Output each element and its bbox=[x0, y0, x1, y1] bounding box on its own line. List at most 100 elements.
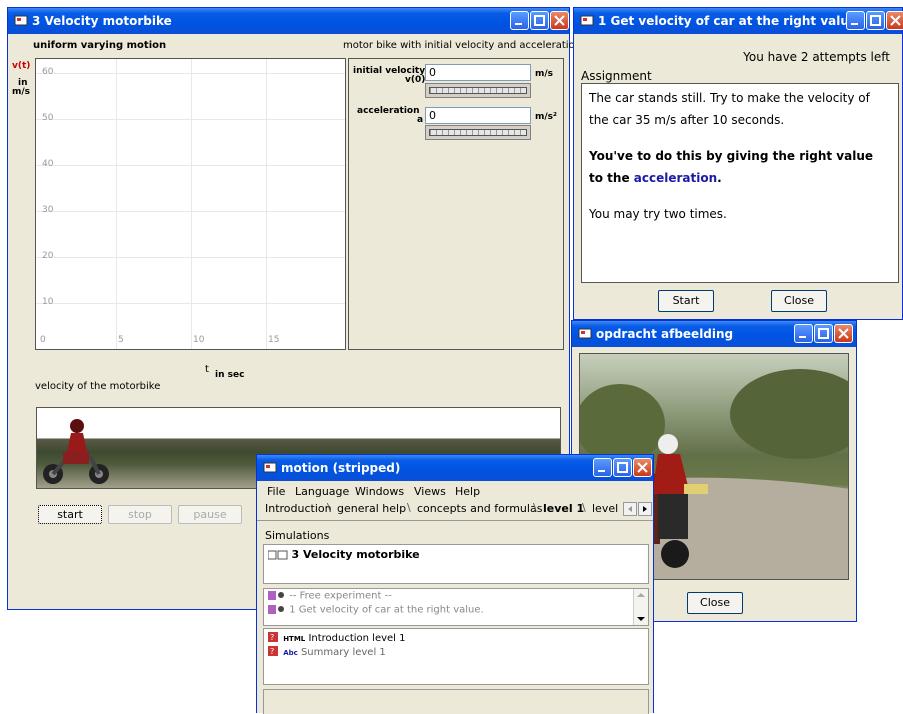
tab-scroll-right[interactable] bbox=[638, 502, 652, 516]
menu-windows[interactable]: Windows bbox=[355, 485, 404, 498]
stop-button[interactable]: stop bbox=[108, 505, 172, 524]
minimize-button[interactable] bbox=[794, 324, 813, 343]
maximize-icon bbox=[870, 15, 881, 26]
grid-line bbox=[266, 59, 267, 349]
tab-level-2[interactable]: level bbox=[592, 500, 622, 518]
title-bar[interactable]: opdracht afbeelding bbox=[572, 321, 856, 347]
pause-button[interactable]: pause bbox=[178, 505, 242, 524]
maximize-button[interactable] bbox=[866, 11, 885, 30]
assignment-start-button[interactable]: Start bbox=[658, 290, 714, 312]
chevron-right-icon bbox=[643, 506, 647, 512]
maximize-button[interactable] bbox=[814, 324, 833, 343]
close-button[interactable] bbox=[633, 458, 652, 477]
experiment-item[interactable]: -- Free experiment -- bbox=[268, 590, 392, 602]
experiment-icon bbox=[268, 605, 284, 614]
doc-introduction-label: Introduction level 1 bbox=[308, 633, 406, 644]
app-icon bbox=[578, 328, 592, 339]
x-axis-label-t: t bbox=[205, 364, 209, 375]
document-item[interactable]: ? HTML Introduction level 1 bbox=[268, 632, 406, 644]
maximize-icon bbox=[617, 462, 628, 473]
title-bar[interactable]: 1 Get velocity of car at the right value… bbox=[574, 8, 903, 34]
tab-separator: \ bbox=[533, 501, 537, 514]
subtitle-left: uniform varying motion bbox=[33, 40, 167, 51]
subtitle-right: motor bike with initial velocity and acc… bbox=[343, 40, 582, 51]
controls-panel: initial velocity v(0) 0 m/s acceleration… bbox=[348, 58, 564, 350]
tab-general-help[interactable]: general help bbox=[337, 500, 406, 518]
initial-velocity-sub: v(0) bbox=[405, 75, 426, 85]
maximize-button[interactable] bbox=[530, 11, 549, 30]
simulations-label: Simulations bbox=[265, 529, 330, 542]
close-button[interactable] bbox=[550, 11, 569, 30]
slider-track bbox=[429, 87, 527, 94]
svg-text:?: ? bbox=[270, 647, 274, 656]
minimize-icon bbox=[851, 23, 858, 25]
assignment-close-button[interactable]: Close bbox=[771, 290, 827, 312]
start-button[interactable]: start bbox=[38, 505, 102, 524]
title-bar[interactable]: motion (stripped) bbox=[257, 455, 653, 481]
x-tick: 10 bbox=[193, 335, 205, 345]
scroll-up-icon bbox=[637, 593, 645, 597]
grid-line bbox=[116, 59, 117, 349]
x-tick: 0 bbox=[40, 335, 46, 345]
tab-separator: \ bbox=[407, 501, 411, 514]
experiment-free-label: -- Free experiment -- bbox=[289, 590, 392, 602]
assignment-text-2c: . bbox=[717, 171, 722, 185]
motion-window: motion (stripped) File Language Windows … bbox=[256, 454, 654, 714]
initial-velocity-unit: m/s bbox=[535, 69, 554, 79]
initial-velocity-slider[interactable] bbox=[425, 83, 531, 98]
close-icon bbox=[637, 462, 648, 473]
menu-file[interactable]: File bbox=[267, 485, 285, 498]
y-axis-unit-2: m/s bbox=[12, 87, 31, 97]
document-item[interactable]: ? Abc Summary level 1 bbox=[268, 646, 386, 658]
window-title: 3 Velocity motorbike bbox=[32, 14, 172, 28]
menu-help[interactable]: Help bbox=[455, 485, 480, 498]
tab-introduction[interactable]: Introduction bbox=[265, 500, 332, 518]
text-document-icon: ? bbox=[268, 646, 278, 656]
y-tick: 30 bbox=[42, 205, 54, 215]
assignment-text-2: You've to do this by giving the right va… bbox=[589, 145, 891, 189]
initial-velocity-input[interactable]: 0 bbox=[425, 64, 531, 81]
status-bar bbox=[263, 689, 649, 714]
tab-level-1[interactable]: level 1 bbox=[543, 500, 584, 518]
maximize-icon bbox=[534, 15, 545, 26]
experiments-list: -- Free experiment -- 1 Get velocity of … bbox=[263, 588, 649, 626]
app-icon bbox=[263, 462, 277, 473]
tab-strip: Introduction \ general help \ concepts a… bbox=[257, 500, 653, 521]
x-axis-label-unit: in sec bbox=[215, 370, 245, 380]
grid-line bbox=[191, 59, 192, 349]
tab-concepts-formulas[interactable]: concepts and formulas bbox=[417, 500, 542, 518]
minimize-icon bbox=[598, 470, 605, 472]
minimize-button[interactable] bbox=[510, 11, 529, 30]
maximize-button[interactable] bbox=[613, 458, 632, 477]
y-tick: 20 bbox=[42, 251, 54, 261]
title-bar[interactable]: 3 Velocity motorbike bbox=[8, 8, 569, 34]
grid-line bbox=[36, 257, 345, 258]
simulation-icon bbox=[267, 550, 288, 559]
tab-separator: \ bbox=[327, 501, 331, 514]
acceleration-link[interactable]: acceleration bbox=[634, 171, 717, 185]
close-button[interactable] bbox=[834, 324, 853, 343]
grid-line bbox=[36, 211, 345, 212]
close-button[interactable] bbox=[886, 11, 903, 30]
y-tick: 50 bbox=[42, 113, 54, 123]
experiment-item[interactable]: 1 Get velocity of car at the right value… bbox=[268, 604, 484, 616]
minimize-button[interactable] bbox=[593, 458, 612, 477]
velocity-caption: velocity of the motorbike bbox=[35, 381, 161, 392]
html-icon-label: HTML bbox=[283, 635, 306, 643]
image-close-button[interactable]: Close bbox=[687, 592, 743, 614]
grid-line bbox=[36, 303, 345, 304]
simulation-item[interactable]: 3 Velocity motorbike bbox=[267, 548, 420, 561]
motorbike-rider-image bbox=[43, 419, 109, 484]
tab-scroll-left[interactable] bbox=[623, 502, 637, 516]
minimize-icon bbox=[515, 23, 522, 25]
velocity-graph: 60 50 40 30 20 10 0 5 10 15 bbox=[35, 58, 346, 350]
minimize-button[interactable] bbox=[846, 11, 865, 30]
minimize-icon bbox=[799, 336, 806, 338]
menu-views[interactable]: Views bbox=[414, 485, 446, 498]
list-scrollbar[interactable] bbox=[633, 589, 648, 625]
acceleration-slider[interactable] bbox=[425, 125, 531, 140]
menu-language[interactable]: Language bbox=[295, 485, 349, 498]
y-tick: 40 bbox=[42, 159, 54, 169]
acceleration-input[interactable]: 0 bbox=[425, 107, 531, 124]
assignment-text-box: The car stands still. Try to make the ve… bbox=[581, 83, 899, 283]
